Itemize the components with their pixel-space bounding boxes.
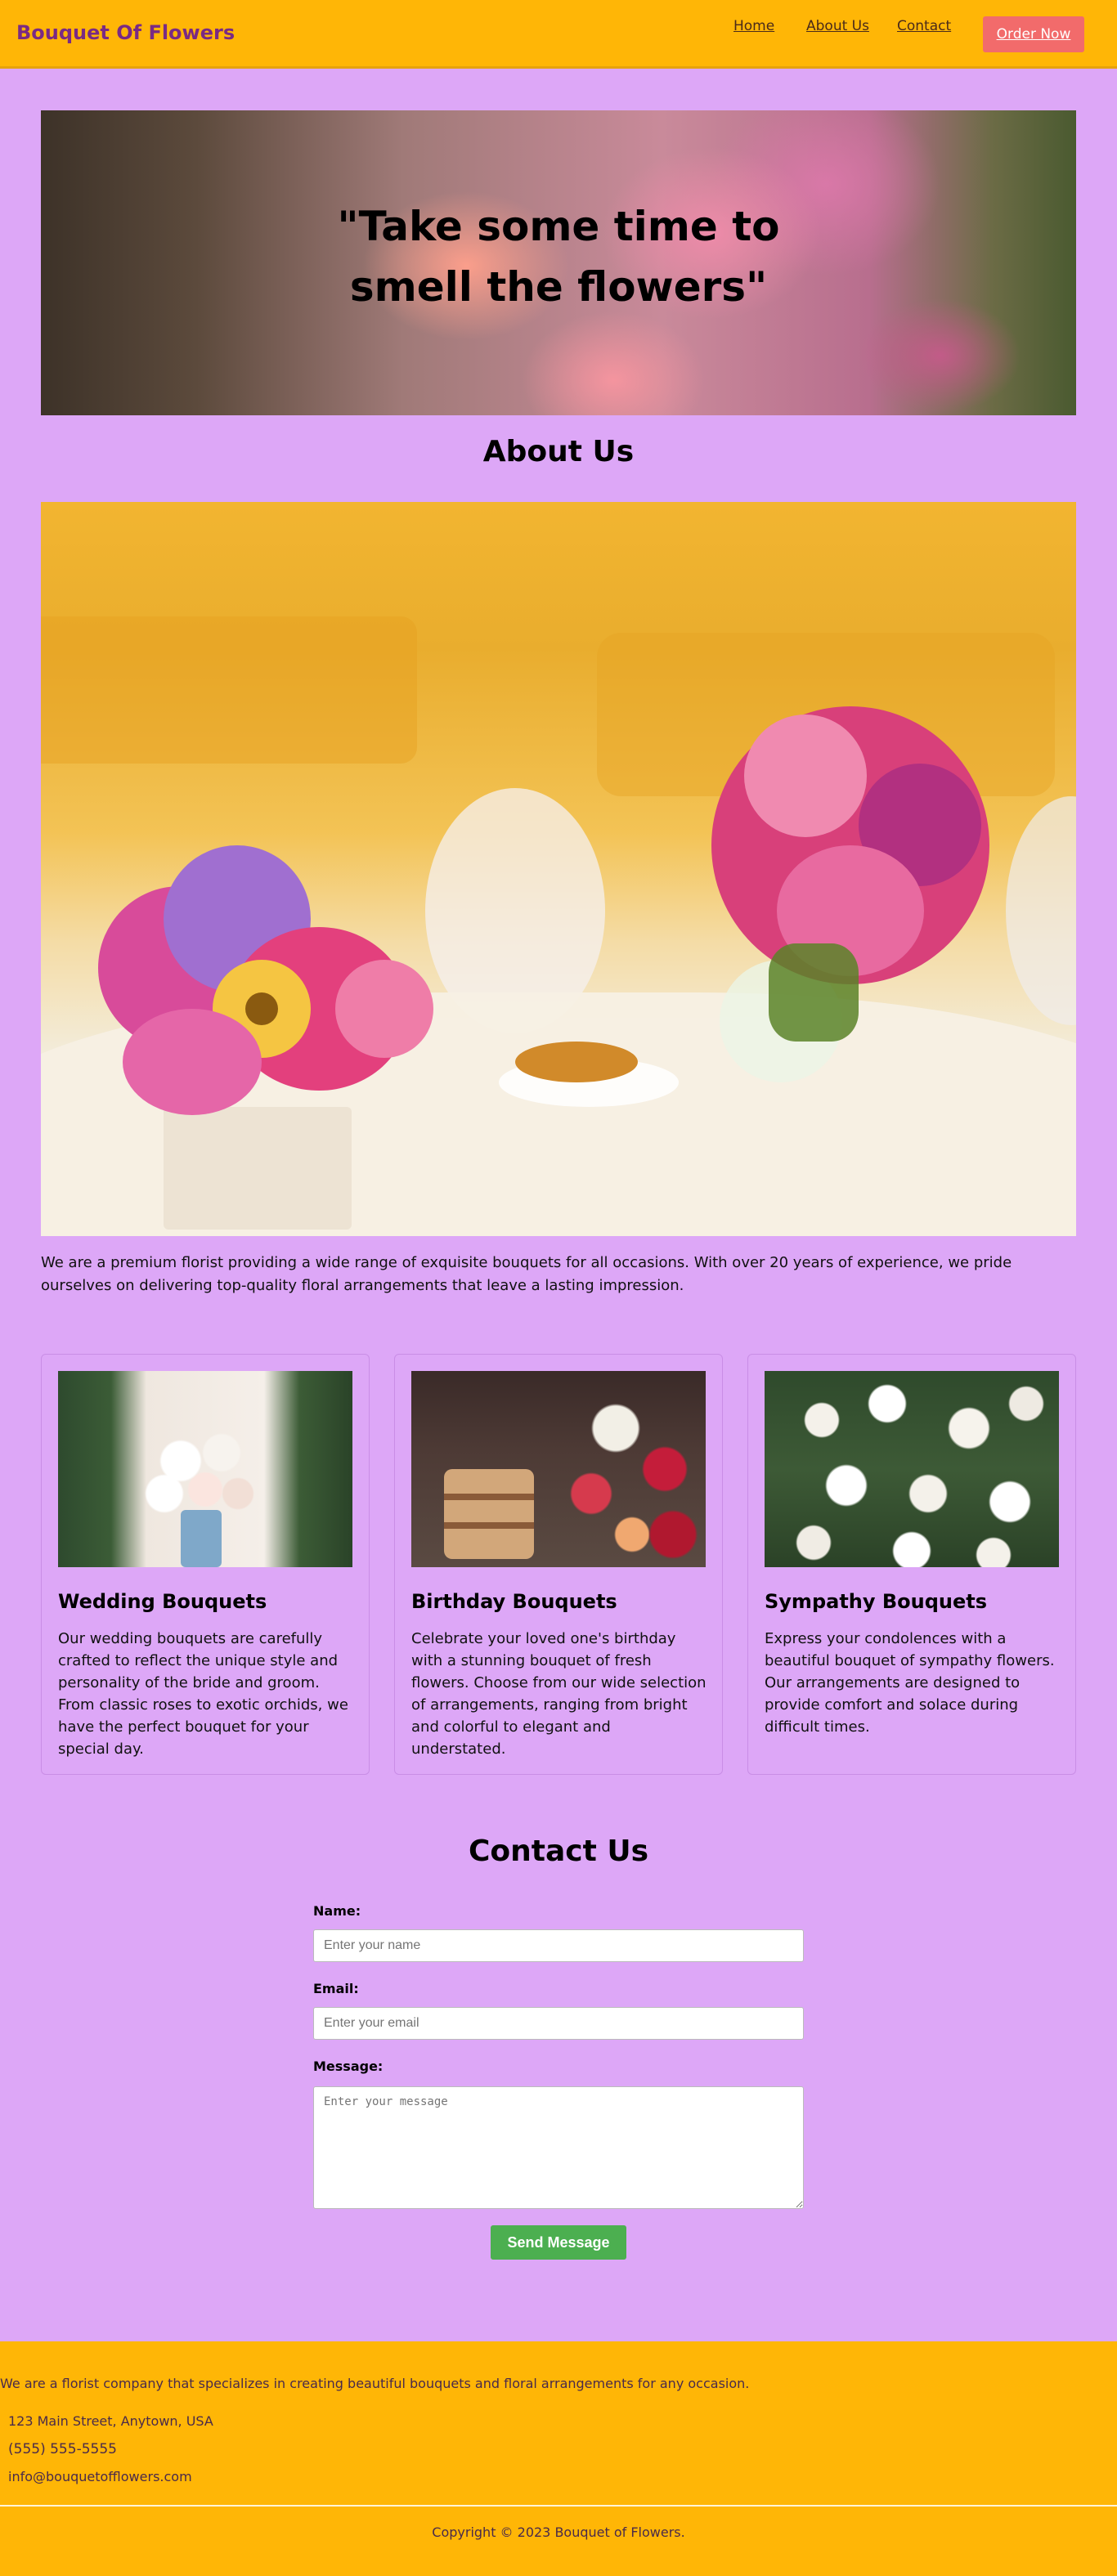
message-label: Message: bbox=[313, 2059, 384, 2074]
footer-email[interactable]: info@bouquetofflowers.com bbox=[8, 2469, 192, 2484]
hero-quote-line-2: smell the flowers" bbox=[349, 263, 768, 311]
name-label: Name: bbox=[313, 1903, 361, 1919]
send-message-button[interactable]: Send Message bbox=[491, 2225, 626, 2260]
about-description: We are a premium florist providing a wid… bbox=[41, 1254, 1012, 1294]
service-card-title: Birthday Bouquets bbox=[411, 1590, 617, 1613]
about-image bbox=[41, 502, 1076, 1236]
footer-address: 123 Main Street, Anytown, USA bbox=[8, 2413, 213, 2429]
service-card-description: Our wedding bouquets are carefully craft… bbox=[58, 1630, 348, 1758]
service-card-title: Wedding Bouquets bbox=[58, 1590, 267, 1613]
email-input[interactable] bbox=[313, 2007, 804, 2040]
footer-phone: (555) 555-5555 bbox=[8, 2441, 117, 2457]
footer-copyright: Copyright © 2023 Bouquet of Flowers. bbox=[432, 2524, 685, 2540]
footer-divider bbox=[0, 2505, 1117, 2507]
service-card-description: Express your condolences with a beautifu… bbox=[765, 1630, 1055, 1736]
service-card-description: Celebrate your loved one's birthday with… bbox=[411, 1630, 707, 1758]
birthday-bouquet-image bbox=[411, 1371, 706, 1567]
nav-link-home[interactable]: Home bbox=[733, 18, 774, 34]
nav-link-contact[interactable]: Contact bbox=[897, 18, 951, 34]
brand-logo[interactable]: Bouquet Of Flowers bbox=[16, 21, 235, 44]
nav-link-about[interactable]: About Us bbox=[806, 18, 869, 34]
email-label: Email: bbox=[313, 1981, 359, 1996]
service-card-wedding: Wedding Bouquets Our wedding bouquets ar… bbox=[41, 1354, 370, 1775]
service-card-sympathy: Sympathy Bouquets Express your condolenc… bbox=[747, 1354, 1076, 1775]
site-footer: We are a florist company that specialize… bbox=[0, 2341, 1117, 2576]
service-card-title: Sympathy Bouquets bbox=[765, 1590, 988, 1613]
site-header: Bouquet Of Flowers Home About Us Contact… bbox=[0, 0, 1117, 69]
name-input[interactable] bbox=[313, 1929, 804, 1962]
hero-quote: "Take some time to smell the flowers" bbox=[41, 196, 1076, 317]
order-now-button[interactable]: Order Now bbox=[983, 16, 1084, 52]
service-card-birthday: Birthday Bouquets Celebrate your loved o… bbox=[394, 1354, 723, 1775]
wedding-bouquet-image bbox=[58, 1371, 352, 1567]
sympathy-bouquet-image bbox=[765, 1371, 1059, 1567]
contact-title: Contact Us bbox=[468, 1835, 649, 1868]
hero-banner: "Take some time to smell the flowers" bbox=[41, 110, 1076, 415]
hero-quote-line-1: "Take some time to bbox=[337, 203, 780, 250]
about-title: About Us bbox=[482, 435, 635, 468]
message-textarea[interactable] bbox=[313, 2086, 804, 2209]
footer-tagline: We are a florist company that specialize… bbox=[0, 2376, 750, 2391]
